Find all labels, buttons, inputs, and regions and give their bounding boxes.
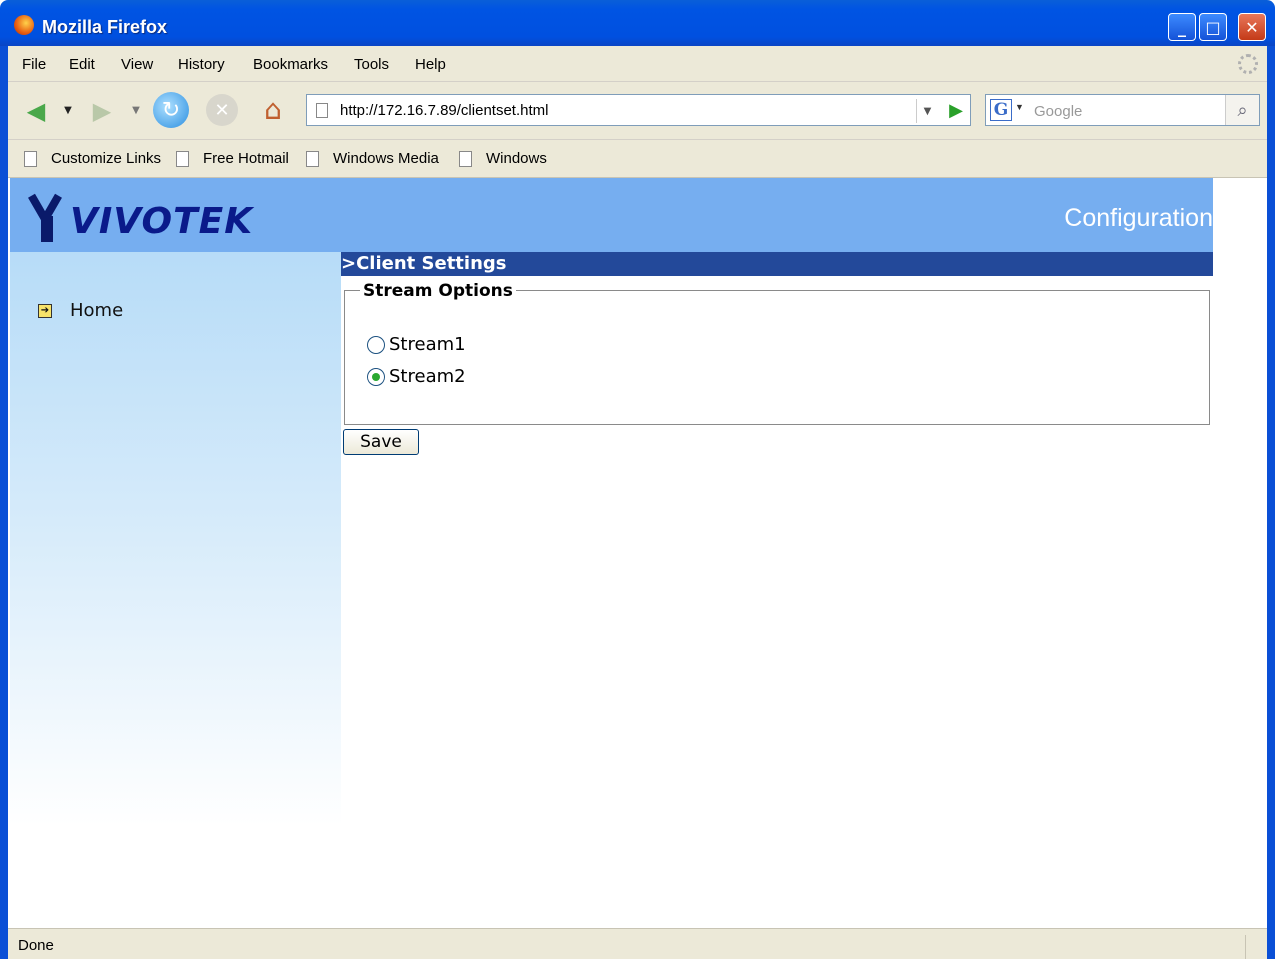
menu-edit[interactable]: Edit (69, 56, 95, 73)
bookmark-label: Free Hotmail (203, 150, 289, 167)
firefox-icon (14, 15, 34, 35)
menu-bar: File Edit View History Bookmarks Tools H… (8, 46, 1267, 82)
sidebar-item-home[interactable]: ➔ Home (38, 300, 123, 321)
page-header-title: Configuration (1064, 204, 1213, 232)
page-icon (306, 150, 319, 167)
bookmark-windows-media[interactable]: Windows Media (306, 150, 439, 167)
radio-button-selected[interactable] (367, 367, 385, 386)
menu-history[interactable]: History (178, 56, 225, 73)
menu-tools[interactable]: Tools (354, 56, 389, 73)
bookmark-label: Customize Links (51, 150, 162, 167)
bookmark-customize-links[interactable]: Customize Links (24, 150, 161, 167)
radio-label: Stream1 (389, 334, 466, 355)
bookmark-windows[interactable]: Windows (459, 150, 547, 167)
search-placeholder[interactable]: Google (1034, 103, 1082, 120)
menu-bookmarks[interactable]: Bookmarks (253, 56, 328, 73)
page-right-margin (1253, 178, 1267, 928)
home-icon[interactable]: ⌂ (256, 92, 290, 126)
section-title: >Client Settings (341, 252, 1213, 276)
sidebar-item-label: Home (70, 300, 124, 321)
go-arrow-icon[interactable]: ▶ (943, 97, 969, 123)
magnifier-icon[interactable]: ⌕ (1225, 95, 1259, 125)
bookmarks-toolbar: Customize Links Free Hotmail Windows Med… (8, 140, 1267, 178)
forward-dropdown-icon[interactable]: ▼ (130, 102, 142, 118)
page-icon (459, 150, 472, 167)
url-bar[interactable]: http://172.16.7.89/clientset.html (306, 94, 971, 126)
minimize-button[interactable]: _ (1168, 13, 1196, 41)
page-header: VIVOTEK Configuration (10, 178, 1213, 252)
page-icon (316, 102, 328, 118)
menu-file[interactable]: File (22, 56, 46, 73)
window-titlebar: Mozilla Firefox _ □ ✕ (0, 0, 1275, 46)
engine-dropdown-icon[interactable]: ▼ (1015, 102, 1024, 112)
page-content: VIVOTEK Configuration ➔ Home >Client Set… (10, 178, 1253, 927)
window-frame-right (1267, 46, 1275, 959)
url-dropdown-icon[interactable]: ▼ (916, 99, 938, 123)
close-button[interactable]: ✕ (1238, 13, 1266, 41)
page-icon (176, 150, 189, 167)
search-bar[interactable]: G ▼ Google ⌕ (985, 94, 1260, 126)
arrow-right-icon: ➔ (38, 303, 52, 318)
menu-view[interactable]: View (121, 56, 153, 73)
vivotek-logo: VIVOTEK (28, 188, 254, 244)
back-dropdown-icon[interactable]: ▼ (62, 102, 74, 118)
sidebar: ➔ Home (10, 252, 341, 927)
back-arrow-icon[interactable]: ◀ (18, 95, 54, 127)
stream-options-fieldset (344, 290, 1210, 425)
bookmark-free-hotmail[interactable]: Free Hotmail (176, 150, 289, 167)
window-title: Mozilla Firefox (42, 17, 168, 37)
google-engine-icon[interactable]: G (990, 99, 1012, 121)
radio-option-stream1[interactable]: Stream1 (367, 334, 466, 355)
radio-option-stream2[interactable]: Stream2 (367, 366, 466, 387)
page-icon (24, 150, 37, 167)
navigation-toolbar: ◀ ▼ ▶ ▼ ↻ ✕ ⌂ http://172.16.7.89/clients… (8, 82, 1267, 140)
bookmark-label: Windows Media (333, 150, 439, 167)
maximize-button[interactable]: □ (1199, 13, 1227, 41)
fieldset-legend: Stream Options (360, 281, 516, 301)
forward-arrow-icon[interactable]: ▶ (84, 95, 120, 127)
save-button[interactable]: Save (343, 429, 419, 455)
status-bar: Done (8, 928, 1267, 959)
stop-icon[interactable]: ✕ (206, 94, 238, 126)
bookmark-label: Windows (486, 150, 547, 167)
resize-grip-icon[interactable] (1245, 935, 1267, 959)
url-text[interactable]: http://172.16.7.89/clientset.html (340, 102, 548, 119)
window-frame-left (0, 46, 8, 959)
reload-icon[interactable]: ↻ (153, 92, 189, 128)
radio-label: Stream2 (389, 366, 466, 387)
throbber-icon (1238, 54, 1258, 74)
radio-button-unselected[interactable] (367, 335, 385, 354)
vivotek-logo-icon (28, 193, 62, 244)
logo-text: VIVOTEK (70, 201, 254, 242)
menu-help[interactable]: Help (415, 56, 446, 73)
status-text: Done (18, 937, 54, 954)
